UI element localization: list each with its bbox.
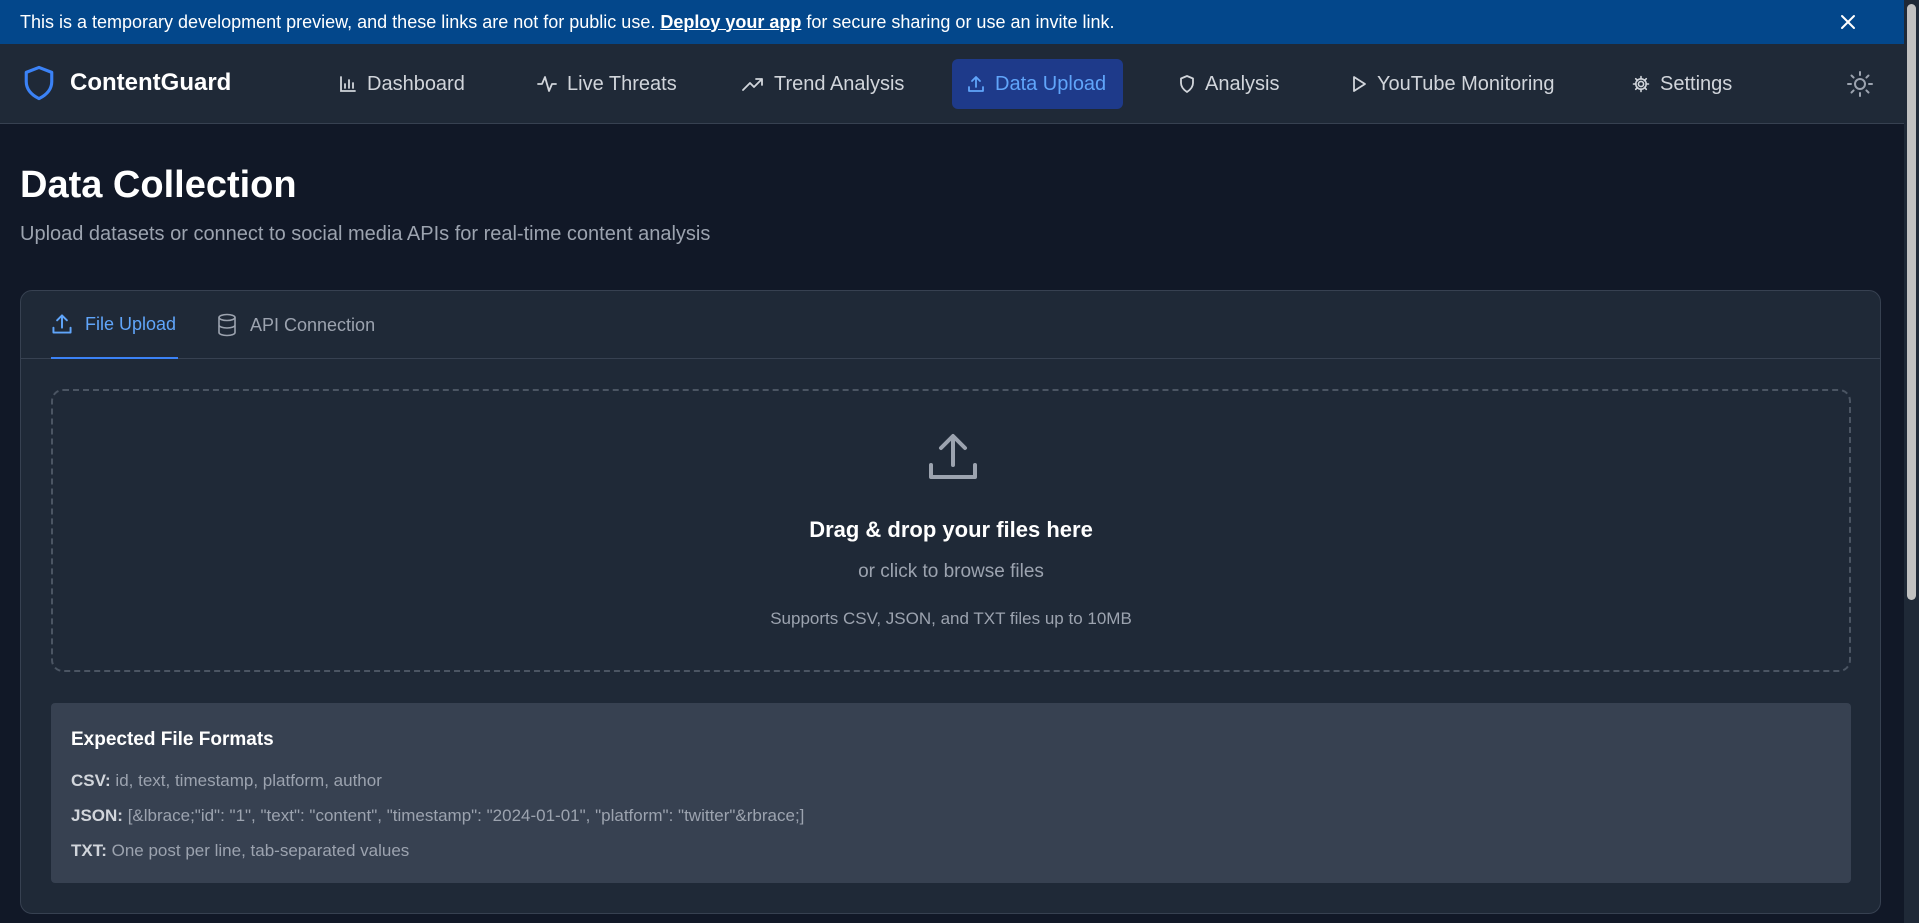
- shield-icon: [1180, 75, 1194, 93]
- brand[interactable]: ContentGuard: [22, 64, 231, 102]
- scrollbar-thumb[interactable]: [1907, 4, 1916, 600]
- page-subtitle: Upload datasets or connect to social med…: [20, 223, 711, 245]
- dropzone-note: Supports CSV, JSON, and TXT files up to …: [770, 609, 1132, 628]
- database-icon: [218, 313, 236, 337]
- nav-live-threats[interactable]: Live Threats: [522, 59, 692, 109]
- theme-toggle-button[interactable]: [1846, 70, 1874, 98]
- format-line-csv: CSV: id, text, timestamp, platform, auth…: [71, 771, 382, 791]
- format-label: TXT:: [71, 841, 107, 860]
- upload-icon: [929, 434, 977, 479]
- tab-api-connection[interactable]: API Connection: [216, 291, 375, 359]
- file-dropzone[interactable]: Drag & drop your files here or click to …: [51, 389, 1851, 672]
- bar-chart-icon: [340, 76, 356, 92]
- banner-text: This is a temporary development preview,…: [20, 11, 656, 32]
- formats-title: Expected File Formats: [71, 729, 274, 750]
- banner-text-after: for secure sharing or use an invite link…: [806, 11, 1115, 32]
- format-desc: id, text, timestamp, platform, author: [115, 771, 382, 790]
- nav-label: Analysis: [1205, 72, 1280, 95]
- nav-dashboard[interactable]: Dashboard: [324, 59, 480, 109]
- format-label: JSON:: [71, 806, 123, 825]
- top-navbar: ContentGuard Dashboard Live Threats Tren…: [0, 44, 1904, 124]
- play-icon: [1353, 76, 1366, 92]
- format-line-txt: TXT: One post per line, tab-separated va…: [71, 841, 409, 861]
- vertical-scrollbar[interactable]: [1904, 0, 1919, 923]
- nav-label: Live Threats: [567, 72, 677, 95]
- brand-name: ContentGuard: [70, 69, 232, 96]
- format-desc: [&lbrace;"id": "1", "text": "content", "…: [127, 806, 805, 825]
- tab-label: File Upload: [85, 313, 177, 334]
- browse-files-text[interactable]: or click to browse files: [53, 561, 1849, 583]
- dropzone-title: Drag & drop your files here: [809, 517, 1093, 542]
- nav-settings[interactable]: Settings: [1617, 59, 1747, 109]
- nav-trend-analysis[interactable]: Trend Analysis: [727, 59, 919, 109]
- tab-file-upload[interactable]: File Upload: [51, 291, 179, 359]
- close-icon: [1841, 15, 1855, 29]
- dev-preview-banner: This is a temporary development preview,…: [0, 0, 1904, 44]
- format-desc: One post per line, tab-separated values: [111, 841, 410, 860]
- trending-up-icon: [742, 78, 763, 91]
- format-label: CSV:: [71, 771, 111, 790]
- sun-icon: [1847, 71, 1873, 97]
- upload-icon: [52, 314, 72, 334]
- activity-icon: [537, 76, 557, 92]
- format-line-json: JSON: [&lbrace;"id": "1", "text": "conte…: [71, 806, 804, 826]
- nav-label: YouTube Monitoring: [1377, 72, 1555, 95]
- nav-analysis[interactable]: Analysis: [1164, 59, 1294, 109]
- nav-youtube-monitoring[interactable]: YouTube Monitoring: [1336, 59, 1570, 109]
- tab-label: API Connection: [250, 314, 376, 335]
- data-collection-card: File Upload API Connection Drag & drop y…: [20, 290, 1881, 914]
- page-title: Data Collection: [20, 164, 297, 206]
- shield-logo-icon: [24, 65, 54, 101]
- tab-bar: File Upload API Connection: [21, 291, 1880, 359]
- nav-label: Data Upload: [995, 72, 1107, 95]
- nav-label: Dashboard: [367, 72, 465, 95]
- expected-formats-panel: Expected File Formats CSV: id, text, tim…: [51, 703, 1851, 883]
- nav-label: Trend Analysis: [774, 72, 905, 95]
- nav-data-upload[interactable]: Data Upload: [952, 59, 1123, 109]
- banner-close-button[interactable]: [1834, 8, 1862, 36]
- nav-label: Settings: [1660, 72, 1733, 95]
- gear-icon: [1632, 75, 1650, 93]
- deploy-app-link[interactable]: Deploy your app: [660, 12, 801, 33]
- upload-icon: [968, 76, 984, 92]
